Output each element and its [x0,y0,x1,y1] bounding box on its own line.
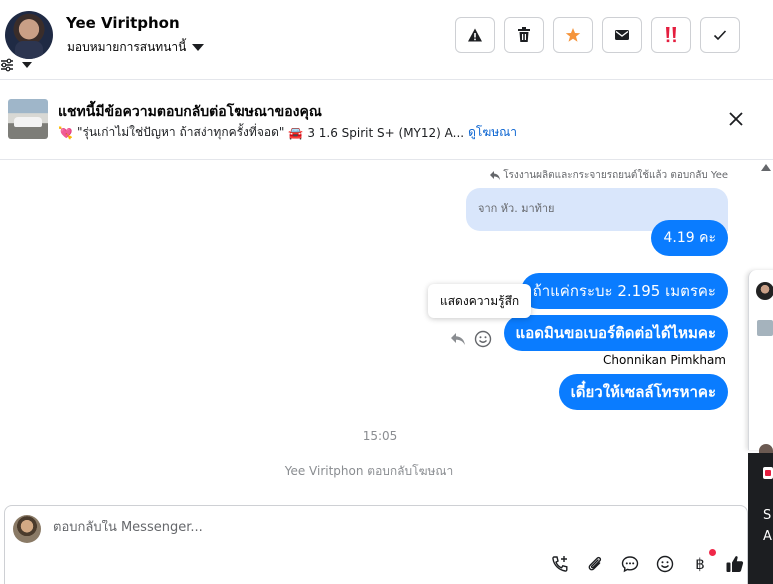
call-add-icon [552,556,568,572]
reply-arrow-icon [490,171,501,180]
close-icon[interactable] [727,110,745,128]
assign-label: มอบหมายการสนทนานี้ [67,40,187,54]
page-avatar [13,515,41,543]
scroll-up-arrow-icon[interactable] [761,164,771,171]
ad-banner-caption: 💘 "รุ่นเก่าไม่ใช่ปัญหา ถ้าสง่าทุกครั้งที… [58,123,517,142]
ad-caption-text: "รุ่นเก่าไม่ใช่ปัญหา ถ้าสง่าทุกครั้งที่จ… [76,125,285,139]
message-thread: โรงงานผลิตและกระจายรถยนต์ใช้แล้ว ตอบกลับ… [0,160,747,505]
follow-up-button[interactable] [651,17,691,53]
star-button[interactable] [553,17,593,53]
saved-reply-button[interactable] [620,554,640,574]
call-add-button[interactable] [550,554,570,574]
chevron-down-icon [192,44,205,51]
notification-text: S A [763,505,772,547]
assign-conversation-dropdown[interactable]: มอบหมายการสนทนานี้ [67,38,205,57]
avatar [756,282,773,300]
conversation-header: Yee Viritphon มอบหมายการสนทนานี้ [0,0,773,80]
message-timestamp: 15:05 [362,429,398,443]
react-tooltip: แสดงความรู้สึก [428,284,532,318]
mark-done-button[interactable] [700,17,740,53]
message-hover-actions [450,330,492,348]
message-composer: ฿ [4,505,748,584]
payment-button[interactable]: ฿ [690,549,716,574]
ad-model-text: 3 1.6 Spirit S+ (MY12) A... [307,125,465,140]
reply-context-text: โรงงานผลิตและกระจายรถยนต์ใช้แล้ว ตอบกลับ… [503,170,728,181]
emoji-icon [656,555,674,573]
envelope-icon [615,30,629,40]
sliders-icon [1,58,13,72]
reply-input[interactable] [53,520,613,535]
conversation-actions [455,17,740,53]
message-bubble[interactable]: 4.19 คะ [651,220,728,256]
ad-thumbnail [757,320,773,336]
view-ad-link[interactable]: ดูโฆษณา [468,123,517,142]
attachment-button[interactable] [585,554,605,574]
sender-name: Chonnikan Pimkham [603,353,726,367]
car-emoji: 🚘 [288,125,304,140]
delete-button[interactable] [504,17,544,53]
ad-reply-banner: แชทนี้มีข้อความตอบกลับต่อโฆษณาของคุณ 💘 "… [0,80,773,160]
trash-icon [518,27,530,42]
emoji-button[interactable] [655,554,675,574]
contact-avatar[interactable] [5,11,53,59]
priority-icon [666,27,676,43]
message-bubble[interactable]: เดี๋ยวให้เซลล์โทรหาคะ [558,374,728,410]
composer-toolbar: ฿ [550,549,745,574]
payment-icon: ฿ [695,555,705,573]
report-button[interactable] [455,17,495,53]
filter-settings-button[interactable] [0,58,32,72]
ad-banner-title: แชทนี้มีข้อความตอบกลับต่อโฆษณาของคุณ [58,104,322,120]
like-button[interactable] [725,554,745,574]
ad-thumbnail[interactable] [8,99,48,139]
system-note: Yee Viritphon ตอบกลับโฆษณา [284,464,454,478]
chevron-down-icon [22,62,32,68]
saved-reply-icon [621,556,639,573]
notification-line: A [763,529,772,544]
reply-icon[interactable] [450,332,466,346]
star-icon [565,28,581,42]
emoji-react-icon[interactable] [474,330,492,348]
check-icon [713,30,727,41]
message-bubble[interactable]: ถ้าแค่กระบะ 2.195 เมตรคะ [520,273,728,309]
calendar-icon [763,467,773,479]
mark-unread-button[interactable] [602,17,642,53]
notification-dot [709,549,716,556]
reply-context-note: โรงงานผลิตและกระจายรถยนต์ใช้แล้ว ตอบกลับ… [490,168,728,183]
heart-emoji: 💘 [58,125,73,140]
notification-line: S [763,508,772,523]
contact-name[interactable]: Yee Viritphon [66,14,180,32]
message-bubble[interactable]: แอดมินขอเบอร์ติดต่อได้ไหมคะ [503,315,728,351]
warning-icon [468,28,482,42]
attachment-icon [588,556,602,571]
side-chat-preview[interactable] [748,270,773,454]
notification-popup[interactable]: S A [748,453,773,584]
like-icon [726,556,744,572]
